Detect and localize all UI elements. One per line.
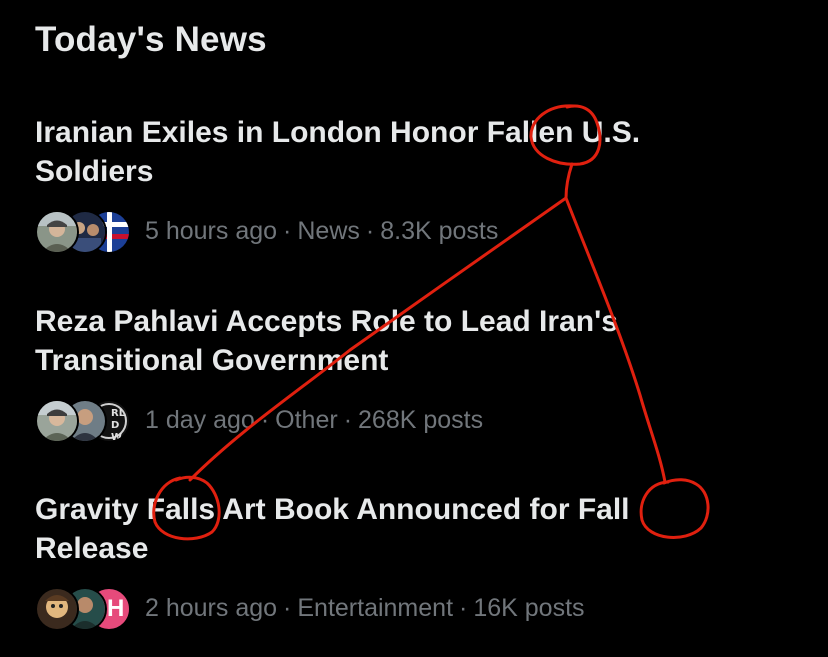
- headline-line: Gravity Falls Art Book Announced for Fal…: [35, 493, 630, 526]
- cartoon-avatar-icon: [35, 587, 79, 631]
- avatar-stack: RLD WS: [35, 398, 131, 443]
- person-avatar-icon: [35, 210, 79, 254]
- meta-separator: ·: [343, 405, 353, 434]
- news-meta-row: RLD WS 1 day ago·Other·268K posts: [35, 398, 795, 443]
- logo-text: H: [107, 595, 125, 622]
- headline-line: Iranian Exiles in London Honor Fallen U.…: [35, 116, 641, 149]
- person-avatar-icon: [35, 399, 79, 443]
- headline-line: Release: [35, 532, 149, 565]
- meta-separator: ·: [365, 216, 375, 245]
- post-count: 8.3K posts: [380, 216, 499, 245]
- time-ago: 2 hours ago: [145, 593, 278, 622]
- news-headline[interactable]: Reza Pahlavi Accepts Role to Lead Iran's…: [35, 302, 795, 380]
- post-count: 16K posts: [473, 593, 585, 622]
- news-item[interactable]: Gravity Falls Art Book Announced for Fal…: [35, 490, 795, 631]
- meta-separator: ·: [283, 216, 292, 245]
- category-label: Other: [275, 405, 338, 434]
- news-item[interactable]: Iranian Exiles in London Honor Fallen U.…: [35, 113, 795, 254]
- news-item[interactable]: Reza Pahlavi Accepts Role to Lead Iran's…: [35, 302, 795, 443]
- headline-line: Reza Pahlavi Accepts Role to Lead Iran's: [35, 305, 618, 338]
- post-count: 268K posts: [358, 405, 484, 434]
- category-label: News: [297, 216, 360, 245]
- avatar-stack: H: [35, 586, 131, 631]
- headline-line: Transitional Government: [35, 344, 389, 377]
- headline-line: Soldiers: [35, 155, 154, 188]
- avatar-stack: [35, 209, 131, 254]
- news-headline[interactable]: Iranian Exiles in London Honor Fallen U.…: [35, 113, 795, 191]
- news-headline[interactable]: Gravity Falls Art Book Announced for Fal…: [35, 490, 795, 568]
- section-title: Today's News: [35, 20, 267, 59]
- logo-text: RLD WS: [111, 408, 126, 443]
- time-ago: 1 day ago: [145, 405, 255, 434]
- meta-separator: ·: [459, 593, 468, 622]
- news-meta-row: H 2 hours ago · Entertainment · 16K posts: [35, 586, 795, 631]
- news-meta: 5 hours ago · News · 8.3K posts: [145, 217, 498, 246]
- category-label: Entertainment: [297, 593, 454, 622]
- meta-separator: ·: [260, 405, 270, 434]
- meta-separator: ·: [283, 593, 292, 622]
- time-ago: 5 hours ago: [145, 216, 278, 245]
- news-meta: 2 hours ago · Entertainment · 16K posts: [145, 594, 585, 623]
- news-meta-row: 5 hours ago · News · 8.3K posts: [35, 209, 795, 254]
- news-meta: 1 day ago · Other · 268K posts: [145, 406, 483, 435]
